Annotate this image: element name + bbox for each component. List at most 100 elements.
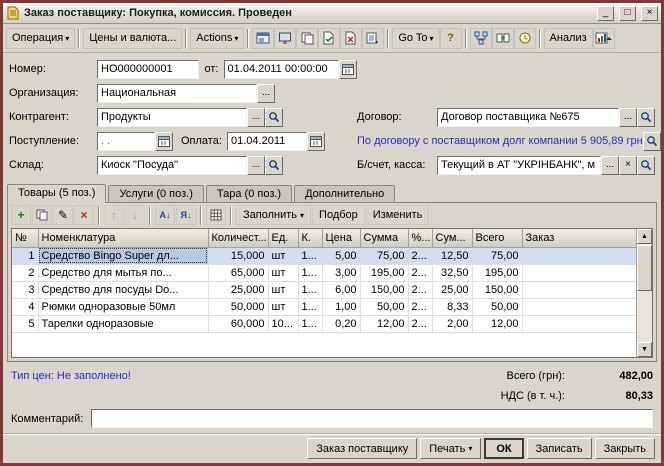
table-row[interactable]: 5 Тарелки одноразовые 60,000 10... 1... … — [12, 315, 636, 332]
col-vat-sum[interactable]: Сум... — [432, 229, 472, 247]
cell-price[interactable]: 5,00 — [322, 247, 360, 264]
scroll-down-icon[interactable]: ▼ — [637, 342, 652, 357]
cell-num[interactable]: 1 — [12, 247, 38, 264]
save-button[interactable]: Записать — [527, 438, 592, 459]
col-total[interactable]: Всего — [472, 229, 522, 247]
show-in-list-icon[interactable] — [252, 28, 274, 49]
magnifier-icon[interactable] — [637, 108, 655, 127]
close-button[interactable]: Закрыть — [595, 438, 655, 459]
tab-containers[interactable]: Тара (0 поз.) — [206, 185, 292, 202]
prices-currency-button[interactable]: Цены и валюта... — [83, 28, 182, 49]
cell-vat-percent[interactable]: 2... — [408, 247, 432, 264]
cell-unit[interactable]: 10... — [268, 315, 298, 332]
sort-ascending-icon[interactable]: А↓ — [155, 205, 175, 225]
cell-quantity[interactable]: 25,000 — [208, 281, 268, 298]
cell-coefficient[interactable]: 1... — [298, 298, 322, 315]
post-document-icon[interactable] — [318, 28, 340, 49]
cell-price[interactable]: 6,00 — [322, 281, 360, 298]
cell-vat-sum[interactable]: 12,50 — [432, 247, 472, 264]
magnifier-icon[interactable] — [265, 108, 283, 127]
cell-vat-sum[interactable]: 8,33 — [432, 298, 472, 315]
magnifier-icon[interactable] — [265, 156, 283, 175]
cell-coefficient[interactable]: 1... — [298, 264, 322, 281]
document-movements-icon[interactable] — [492, 28, 514, 49]
contract-input[interactable]: Договор поставщика №675 — [437, 108, 619, 127]
cell-nomenclature[interactable]: Средство для мытья по... — [38, 264, 208, 281]
ellipsis-icon[interactable]: ... — [601, 156, 619, 175]
cell-vat-percent[interactable]: 2... — [408, 298, 432, 315]
analysis-report-icon[interactable] — [593, 28, 615, 49]
cell-nomenclature[interactable]: Рюмки одноразовые 50мл — [38, 298, 208, 315]
magnifier-icon[interactable] — [637, 156, 655, 175]
add-row-icon[interactable]: + — [11, 205, 31, 225]
table-row[interactable]: 4 Рюмки одноразовые 50мл 50,000 шт 1... … — [12, 298, 636, 315]
close-icon[interactable]: × — [641, 6, 658, 21]
grid-settings-icon[interactable] — [206, 205, 226, 225]
table-row[interactable]: 3 Средство для посуды Do... 25,000 шт 1.… — [12, 281, 636, 298]
cell-vat-sum[interactable]: 32,50 — [432, 264, 472, 281]
cell-unit[interactable]: шт — [268, 247, 298, 264]
print-button[interactable]: Печать ▾ — [420, 438, 481, 459]
maximize-icon[interactable]: □ — [619, 6, 636, 21]
cell-nomenclature[interactable]: Средство для посуды Do... — [38, 281, 208, 298]
col-order[interactable]: Заказ — [522, 229, 636, 247]
vertical-scrollbar[interactable]: ▲ ▼ — [636, 229, 652, 357]
cell-order[interactable] — [522, 264, 636, 281]
cell-total[interactable]: 195,00 — [472, 264, 522, 281]
scroll-up-icon[interactable]: ▲ — [637, 229, 652, 244]
tab-additional[interactable]: Дополнительно — [294, 185, 395, 202]
cell-vat-percent[interactable]: 2... — [408, 264, 432, 281]
move-up-icon[interactable]: ↑ — [104, 205, 124, 225]
cell-quantity[interactable]: 50,000 — [208, 298, 268, 315]
copy-row-icon[interactable] — [32, 205, 52, 225]
cell-sum[interactable]: 195,00 — [360, 264, 408, 281]
cell-coefficient[interactable]: 1... — [298, 247, 322, 264]
supplier-order-button[interactable]: Заказ поставщику — [307, 438, 417, 459]
cell-unit[interactable]: шт — [268, 298, 298, 315]
change-button[interactable]: Изменить — [366, 205, 430, 225]
number-input[interactable]: НО000000001 — [97, 60, 199, 79]
receipt-date-input[interactable]: . . — [97, 132, 155, 151]
col-sum[interactable]: Сумма — [360, 229, 408, 247]
cell-num[interactable]: 4 — [12, 298, 38, 315]
cell-quantity[interactable]: 15,000 — [208, 247, 268, 264]
payment-date-input[interactable]: 01.04.2011 — [227, 132, 307, 151]
table-row[interactable]: 1 Средство Bingo Super дл... 15,000 шт 1… — [12, 247, 636, 264]
col-nomenclature[interactable]: Номенклатура — [38, 229, 208, 247]
cell-price[interactable]: 3,00 — [322, 264, 360, 281]
calendar-icon[interactable] — [307, 132, 325, 151]
actions-menu-button[interactable]: Actions ▾ — [190, 28, 244, 49]
cell-quantity[interactable]: 60,000 — [208, 315, 268, 332]
help-icon[interactable]: ? — [440, 28, 462, 49]
cell-vat-sum[interactable]: 2,00 — [432, 315, 472, 332]
ellipsis-icon[interactable]: ... — [247, 108, 265, 127]
cell-coefficient[interactable]: 1... — [298, 281, 322, 298]
cell-vat-percent[interactable]: 2... — [408, 315, 432, 332]
cell-num[interactable]: 3 — [12, 281, 38, 298]
cell-quantity[interactable]: 65,000 — [208, 264, 268, 281]
cell-vat-sum[interactable]: 25,00 — [432, 281, 472, 298]
cell-nomenclature[interactable]: Средство Bingo Super дл... — [38, 247, 208, 264]
copy-icon[interactable] — [296, 28, 318, 49]
date-input[interactable]: 01.04.2011 00:00:00 — [224, 60, 339, 79]
sort-descending-icon[interactable]: Я↓ — [176, 205, 196, 225]
cell-order[interactable] — [522, 281, 636, 298]
reread-icon[interactable] — [274, 28, 296, 49]
analysis-button[interactable]: Анализ — [544, 28, 593, 49]
cell-unit[interactable]: шт — [268, 264, 298, 281]
cell-num[interactable]: 5 — [12, 315, 38, 332]
cell-price[interactable]: 1,00 — [322, 298, 360, 315]
cell-vat-percent[interactable]: 2... — [408, 281, 432, 298]
col-unit[interactable]: Ед. — [268, 229, 298, 247]
cell-sum[interactable]: 12,00 — [360, 315, 408, 332]
ellipsis-icon[interactable]: ... — [257, 84, 275, 103]
cell-sum[interactable]: 50,00 — [360, 298, 408, 315]
history-icon[interactable] — [514, 28, 536, 49]
price-type-link[interactable]: Тип цен: Не заполнено! — [11, 370, 131, 382]
col-price[interactable]: Цена — [322, 229, 360, 247]
col-number[interactable]: № — [12, 229, 38, 247]
cell-total[interactable]: 75,00 — [472, 247, 522, 264]
warehouse-input[interactable]: Киоск "Посуда" — [97, 156, 247, 175]
col-coefficient[interactable]: К. — [298, 229, 322, 247]
cell-nomenclature[interactable]: Тарелки одноразовые — [38, 315, 208, 332]
